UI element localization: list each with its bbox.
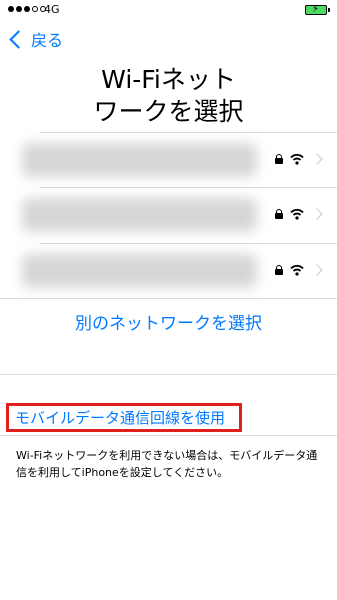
lock-icon bbox=[275, 265, 283, 275]
page-title: Wi-Fiネット ワークを選択 bbox=[0, 64, 337, 128]
network-type: 4G bbox=[44, 3, 60, 16]
divider bbox=[0, 298, 337, 299]
signal-dot bbox=[8, 6, 14, 12]
signal-strength-icon bbox=[8, 6, 46, 12]
chevron-right-icon bbox=[311, 153, 323, 165]
chevron-right-icon bbox=[311, 264, 323, 276]
network-name-redacted bbox=[22, 254, 257, 288]
charging-bolt-icon: ⚡ bbox=[312, 4, 320, 15]
page-title-line1: Wi-Fiネット bbox=[101, 65, 236, 94]
choose-other-network-button[interactable]: 別のネットワークを選択 bbox=[0, 309, 337, 334]
signal-dot bbox=[16, 6, 22, 12]
network-row[interactable] bbox=[0, 188, 337, 242]
chevron-right-icon bbox=[311, 208, 323, 220]
page-title-line2: ワークを選択 bbox=[93, 97, 244, 126]
chevron-left-icon bbox=[9, 29, 28, 49]
status-bar: 4G ⚡ bbox=[0, 0, 337, 20]
lock-icon bbox=[275, 209, 283, 219]
battery-icon: ⚡ bbox=[305, 4, 330, 15]
back-button[interactable]: 戻る bbox=[6, 27, 63, 51]
wifi-icon bbox=[290, 153, 304, 165]
network-row[interactable] bbox=[0, 244, 337, 298]
signal-dot bbox=[32, 6, 38, 12]
wifi-icon bbox=[290, 264, 304, 276]
wifi-icon bbox=[290, 208, 304, 220]
footer-note: Wi-Fiネットワークを利用できない場合は、モバイルデータ通信を利用してiPho… bbox=[16, 449, 318, 479]
divider bbox=[0, 374, 337, 375]
back-label: 戻る bbox=[31, 31, 64, 50]
network-name-redacted bbox=[22, 198, 257, 232]
divider bbox=[0, 435, 337, 436]
network-name-redacted bbox=[22, 143, 257, 177]
use-cellular-button[interactable]: モバイルデータ通信回線を使用 bbox=[6, 403, 242, 432]
lock-icon bbox=[275, 154, 283, 164]
signal-dot bbox=[24, 6, 30, 12]
network-row[interactable] bbox=[0, 133, 337, 187]
